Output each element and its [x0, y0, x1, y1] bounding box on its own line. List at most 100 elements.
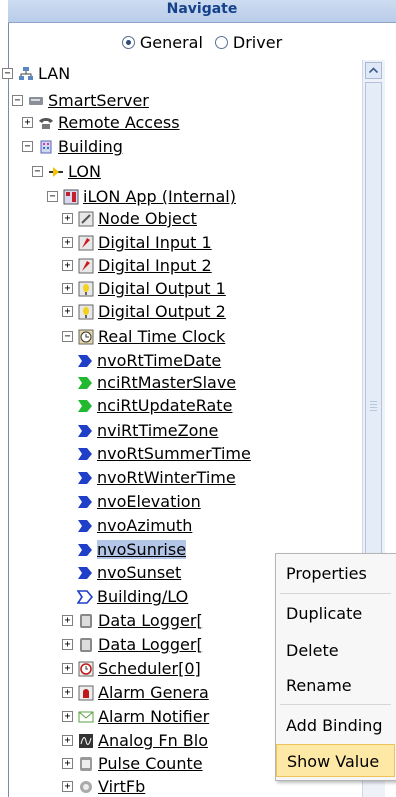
tree-item-label[interactable]: nvoElevation: [97, 492, 201, 511]
tree-item[interactable]: + VirtFb: [62, 775, 145, 797]
tree-item[interactable]: + Alarm Genera: [62, 681, 209, 704]
tree-item-label[interactable]: Remote Access: [58, 113, 180, 132]
driver-radio[interactable]: Driver: [214, 32, 283, 52]
tree-item[interactable]: nvoAzimuth: [77, 514, 192, 537]
tree-item-label[interactable]: Data Logger[: [98, 611, 203, 630]
expand-icon[interactable]: +: [62, 735, 73, 746]
tree-item[interactable]: + Digital Output 1: [62, 277, 226, 300]
tree-item-label[interactable]: Pulse Counte: [98, 754, 203, 773]
menu-item-duplicate[interactable]: Duplicate: [276, 597, 395, 630]
tree-item-label[interactable]: Digital Output 1: [98, 279, 226, 298]
tree-item[interactable]: + Data Logger[: [62, 633, 203, 656]
chevron-up-icon: [369, 67, 378, 73]
digital-input-icon: [78, 235, 94, 251]
tree-item[interactable]: nciRtMasterSlave: [77, 371, 236, 394]
tree-item[interactable]: + Alarm Notifier: [62, 705, 209, 728]
tree-item-label[interactable]: nvoRtTimeDate: [97, 351, 221, 370]
menu-item-rename[interactable]: Rename: [276, 669, 395, 702]
expand-icon[interactable]: +: [22, 117, 33, 128]
tree-item[interactable]: − iLON App (Internal): [47, 185, 236, 208]
expand-icon[interactable]: +: [62, 306, 73, 317]
radio-unselected-icon[interactable]: [214, 35, 228, 49]
tree-item-label[interactable]: nciRtUpdateRate: [97, 396, 232, 415]
tree-item[interactable]: nvoElevation: [77, 490, 201, 513]
collapse-icon[interactable]: −: [47, 191, 58, 202]
tree-item-label[interactable]: nviRtTimeZone: [97, 421, 218, 440]
tree-item[interactable]: nvoRtSummerTime: [77, 442, 251, 465]
tree-item-label[interactable]: Alarm Genera: [98, 683, 209, 702]
collapse-icon[interactable]: −: [12, 95, 23, 106]
scroll-up-button[interactable]: [365, 62, 382, 79]
tree-item-label[interactable]: Real Time Clock: [98, 327, 225, 346]
tree-item[interactable]: + Digital Output 2: [62, 300, 226, 323]
tree-item-label[interactable]: Data Logger[: [98, 635, 203, 654]
expand-icon[interactable]: +: [62, 615, 73, 626]
expand-icon[interactable]: +: [62, 283, 73, 294]
tree-item-label[interactable]: Digital Output 2: [98, 302, 226, 321]
tree-item[interactable]: − LAN: [2, 62, 70, 85]
output-datapoint-icon: [77, 353, 93, 369]
tree-item-label[interactable]: Building/LO: [97, 587, 188, 606]
tree-item-label[interactable]: nciRtMasterSlave: [97, 373, 236, 392]
tree-item[interactable]: nvoSunset: [77, 561, 181, 584]
menu-item-show-value[interactable]: Show Value: [276, 744, 395, 777]
tree-item-label[interactable]: Scheduler[0]: [98, 659, 201, 678]
tree-item-label[interactable]: Analog Fn Blo: [98, 731, 208, 750]
tree-item-label[interactable]: nvoRtSummerTime: [97, 444, 251, 463]
digital-input-icon: [78, 258, 94, 274]
tree-item[interactable]: − LON: [32, 160, 101, 183]
tree-item-label[interactable]: Node Object: [98, 209, 197, 228]
menu-item-properties[interactable]: Properties: [276, 557, 395, 590]
general-radio-label: General: [139, 32, 203, 52]
tree-item-label[interactable]: Alarm Notifier: [98, 707, 209, 726]
expand-icon[interactable]: +: [62, 687, 73, 698]
expand-icon[interactable]: +: [62, 781, 73, 792]
expand-icon[interactable]: +: [62, 260, 73, 271]
tree-item[interactable]: + Data Logger[: [62, 609, 203, 632]
tree-item[interactable]: + Digital Input 2: [62, 254, 212, 277]
expand-icon[interactable]: +: [62, 237, 73, 248]
expand-icon[interactable]: +: [62, 758, 73, 769]
expand-icon[interactable]: +: [62, 711, 73, 722]
expand-icon[interactable]: +: [62, 639, 73, 650]
tree-item-label[interactable]: SmartServer: [48, 91, 149, 110]
tree-item-label[interactable]: Digital Input 1: [98, 233, 212, 252]
radio-selected-icon[interactable]: [121, 35, 135, 49]
tree-item[interactable]: nvoRtWinterTime: [77, 466, 236, 489]
tree-item[interactable]: + Scheduler[0]: [62, 657, 201, 680]
tree-item[interactable]: nviRtTimeZone: [77, 419, 218, 442]
menu-item-add-binding[interactable]: Add Binding: [276, 709, 395, 742]
tree-item[interactable]: + Remote Access: [22, 111, 180, 134]
tree-item-label[interactable]: nvoAzimuth: [97, 516, 192, 535]
collapse-icon[interactable]: −: [62, 331, 73, 342]
tree-item[interactable]: nvoSunrise: [77, 538, 187, 561]
tree-item-label[interactable]: iLON App (Internal): [83, 187, 236, 206]
expand-icon[interactable]: +: [62, 663, 73, 674]
tree-item[interactable]: + Digital Input 1: [62, 231, 212, 254]
tree-item[interactable]: Building/LO: [76, 585, 188, 608]
tree-item-label[interactable]: LON: [68, 162, 101, 181]
tree-item-label[interactable]: VirtFb: [98, 777, 145, 796]
collapse-icon[interactable]: −: [32, 166, 43, 177]
expand-icon[interactable]: +: [62, 213, 73, 224]
tree-item[interactable]: nciRtUpdateRate: [77, 394, 232, 417]
tree-item-label[interactable]: nvoRtWinterTime: [97, 468, 236, 487]
tree-item[interactable]: + Pulse Counte: [62, 752, 203, 775]
tree-item[interactable]: − SmartServer: [12, 89, 149, 112]
tree-item-label[interactable]: nvoSunrise: [97, 540, 187, 559]
collapse-icon[interactable]: −: [2, 68, 13, 79]
tree-item-label[interactable]: LAN: [38, 64, 70, 83]
collapse-icon[interactable]: −: [22, 141, 33, 152]
tree-item-label[interactable]: nvoSunset: [97, 563, 181, 582]
tree-item-label[interactable]: Digital Input 2: [98, 256, 212, 275]
alarm-notifier-icon: [78, 709, 94, 725]
driver-radio-label: Driver: [232, 32, 283, 52]
tree-item[interactable]: + Node Object: [62, 207, 197, 230]
menu-item-delete[interactable]: Delete: [276, 634, 395, 667]
tree-item-label[interactable]: Building: [58, 137, 123, 156]
tree-item[interactable]: − Real Time Clock: [62, 325, 225, 348]
tree-item[interactable]: + Analog Fn Blo: [62, 729, 208, 752]
tree-item[interactable]: − Building: [22, 135, 123, 158]
tree-item[interactable]: nvoRtTimeDate: [77, 349, 221, 372]
general-radio[interactable]: General: [121, 32, 203, 52]
